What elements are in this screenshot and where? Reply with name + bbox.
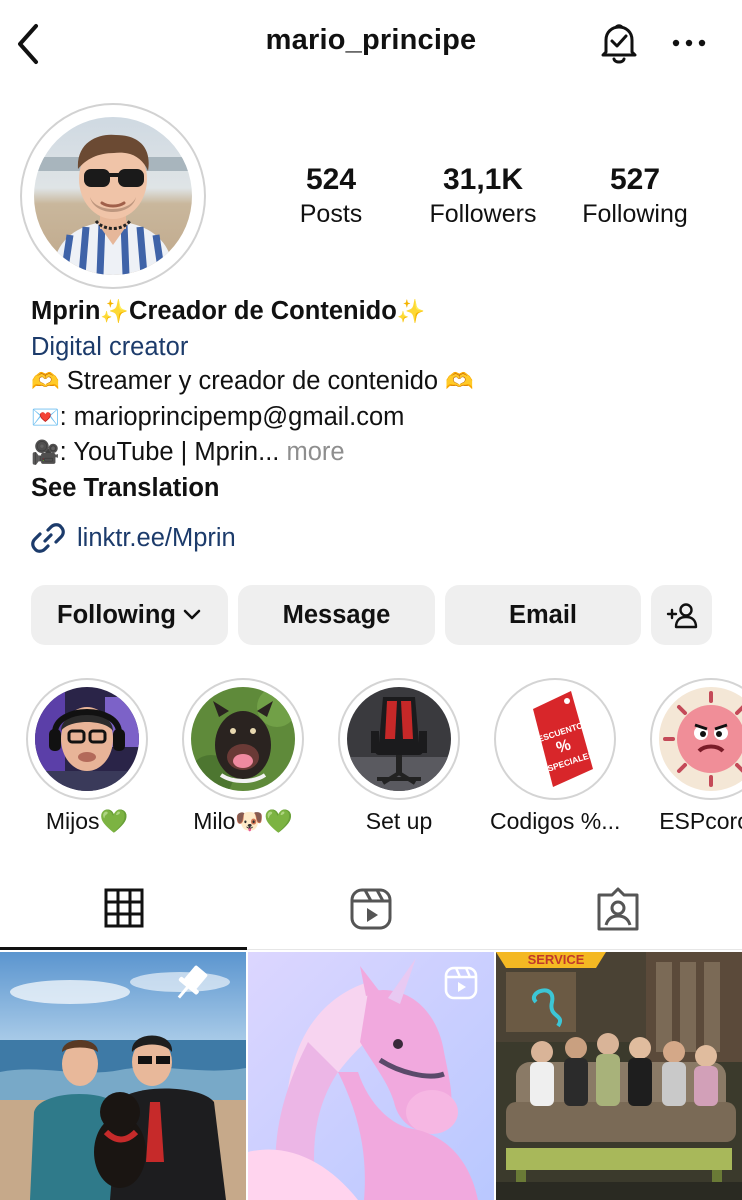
post-thumbnail[interactable]: SERVICE [496, 952, 742, 1200]
service-sign-text: SERVICE [528, 952, 585, 967]
bio-line-2: 💌: marioprincipemp@gmail.com [31, 400, 721, 436]
heart-hands-icon: 🫶 [445, 369, 474, 395]
profile-category: Digital creator [31, 332, 189, 361]
story-highlight[interactable]: DESCUENTOS % ESPECIALES Codigos %... [490, 678, 620, 835]
love-letter-icon: 💌 [31, 404, 60, 431]
avatar[interactable] [34, 117, 192, 275]
see-translation-link[interactable]: See Translation [31, 471, 721, 506]
highlight-label: ESPcoron [659, 808, 742, 834]
following-button[interactable]: Following [31, 585, 228, 645]
more-options-button[interactable] [670, 28, 710, 58]
story-highlight[interactable]: Set up [334, 678, 464, 835]
tab-posts-grid[interactable] [0, 868, 247, 950]
bio-line-3: 🎥: YouTube | Mprin... more [31, 435, 721, 471]
bio-more-link[interactable]: more [286, 438, 344, 466]
suggested-users-button[interactable] [651, 585, 712, 645]
posts-stat[interactable]: 524 Posts [251, 162, 411, 230]
bio-line-1-text: Streamer y creador de contenido [66, 367, 439, 395]
external-link-text: linktr.ee/Mprin [77, 523, 236, 552]
following-stat[interactable]: 527 Following [555, 162, 715, 230]
highlight-ring [650, 678, 742, 800]
highlight-ring [26, 678, 148, 800]
highlight-ring [182, 678, 304, 800]
posts-count: 524 [305, 163, 357, 196]
heart-hands-icon: 🫶 [31, 369, 60, 395]
message-button[interactable]: Message [238, 585, 435, 645]
posts-label: Posts [299, 200, 363, 228]
following-count: 527 [609, 163, 661, 196]
followers-count: 31,1K [442, 163, 524, 196]
following-label: Following [582, 200, 688, 228]
following-button-label: Following [57, 600, 176, 629]
grid-icon [104, 888, 143, 927]
profile-header: mario_principe [0, 0, 742, 88]
sparkles-icon: ✨ [396, 299, 426, 325]
highlight-label: Codigos %... [490, 808, 621, 834]
post-thumbnail[interactable] [0, 952, 246, 1200]
email-button-label: Email [508, 600, 578, 629]
followers-label: Followers [429, 200, 537, 228]
profile-tabs [0, 868, 742, 950]
display-name: Mprin [31, 297, 101, 325]
reels-icon [350, 888, 391, 930]
highlight-cover [659, 687, 742, 791]
story-highlight[interactable]: ESPcoron [646, 678, 742, 835]
add-user-icon [666, 603, 697, 629]
highlight-cover [191, 687, 295, 791]
bio-email-text: : marioprincipemp@gmail.com [59, 402, 405, 431]
tab-tagged[interactable] [494, 868, 741, 950]
bio-line-3-text: : YouTube | Mprin... [59, 438, 280, 466]
tagged-icon [597, 887, 638, 931]
highlight-label: Set up [365, 808, 433, 834]
post-thumbnail[interactable] [248, 952, 494, 1200]
email-button[interactable]: Email [445, 585, 641, 645]
tab-reels[interactable] [247, 868, 494, 950]
profile-external-link[interactable]: linktr.ee/Mprin [31, 520, 236, 556]
link-icon [31, 523, 65, 553]
bio-name-line: Mprin✨Creador de Contenido✨ [31, 294, 721, 330]
highlight-label: Mijos💚 [45, 808, 129, 834]
profile-avatar-ring[interactable] [20, 103, 206, 289]
notification-bell-check-icon [601, 24, 637, 64]
chevron-down-icon [183, 609, 201, 620]
highlight-label: Milo🐶💚 [193, 808, 293, 834]
message-button-label: Message [282, 600, 391, 629]
highlight-cover [35, 687, 139, 791]
highlight-ring: DESCUENTOS % ESPECIALES [494, 678, 616, 800]
highlight-cover: DESCUENTOS % ESPECIALES [503, 687, 607, 791]
notifications-button[interactable] [596, 20, 642, 66]
display-name-suffix: Creador de Contenido [129, 297, 397, 325]
story-highlight[interactable]: Milo🐶💚 [178, 678, 308, 835]
posts-grid: SERVICE [0, 952, 742, 1200]
sparkles-icon: ✨ [100, 299, 130, 325]
bio-line-1: 🫶 Streamer y creador de contenido 🫶 [31, 364, 721, 400]
movie-camera-icon: 🎥 [31, 440, 60, 466]
highlight-ring [338, 678, 460, 800]
profile-bio: Mprin✨Creador de Contenido✨ Digital crea… [31, 294, 721, 505]
followers-stat[interactable]: 31,1K Followers [403, 162, 563, 230]
story-highlight[interactable]: Mijos💚 [22, 678, 152, 835]
more-horizontal-icon [672, 39, 706, 47]
highlight-cover [347, 687, 451, 791]
